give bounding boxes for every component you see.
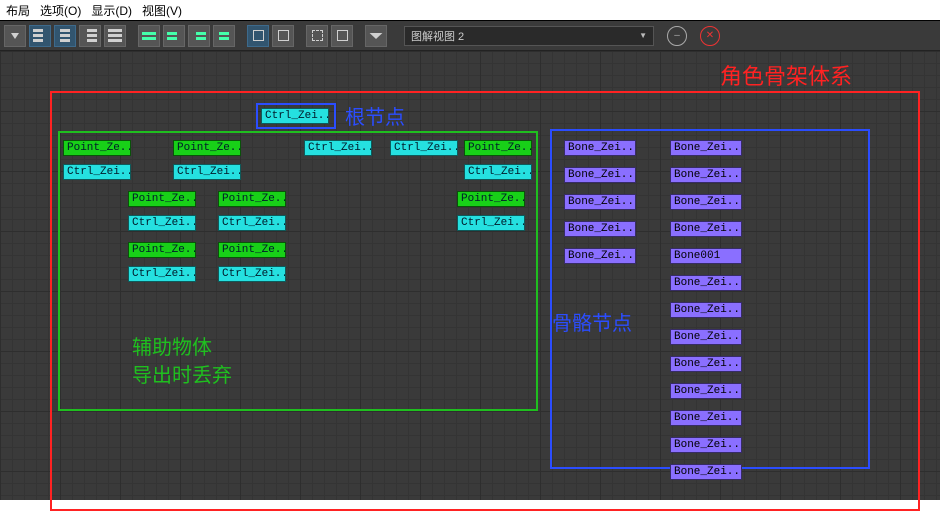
bone-right-12[interactable]: Bone_Zei... <box>670 464 742 480</box>
node-col3-p1[interactable]: Point_Ze... <box>218 191 286 207</box>
bone-right-6[interactable]: Bone_Zei... <box>670 302 742 318</box>
node-col6-c2[interactable]: Ctrl_Zei... <box>457 215 525 231</box>
node-col6-c1[interactable]: Ctrl_Zei... <box>464 164 532 180</box>
toolbar: 图解视图 2 ▼ – ✕ <box>0 21 940 51</box>
toolbar-btn-10[interactable] <box>247 25 269 47</box>
toolbar-btn-5[interactable] <box>104 25 126 47</box>
toolbar-btn-11[interactable] <box>272 25 294 47</box>
node-col2-p1[interactable]: Point_Ze... <box>173 140 241 156</box>
menu-layout[interactable]: 布局 <box>6 2 30 19</box>
chevron-down-icon: ▼ <box>639 31 647 40</box>
bone-left-1[interactable]: Bone_Zei... <box>564 167 636 183</box>
node-ctrl-root[interactable]: Ctrl_Zei... <box>261 108 329 124</box>
node-col4[interactable]: Ctrl_Zei... <box>304 140 372 156</box>
toolbar-btn-2[interactable] <box>29 25 51 47</box>
menu-display[interactable]: 显示(D) <box>91 2 132 19</box>
bone-left-4[interactable]: Bone_Zei... <box>564 248 636 264</box>
view-dropdown-label: 图解视图 2 <box>411 28 464 44</box>
toolbar-btn-3[interactable] <box>54 25 76 47</box>
toolbar-btn-6[interactable] <box>138 25 160 47</box>
anno-text-title: 角色骨架体系 <box>720 59 852 91</box>
toolbar-circ-minus[interactable]: – <box>667 26 687 46</box>
node-col2-p3[interactable]: Point_Ze... <box>128 242 196 258</box>
bone-right-8[interactable]: Bone_Zei... <box>670 356 742 372</box>
bone-right-11[interactable]: Bone_Zei... <box>670 437 742 453</box>
bone-left-3[interactable]: Bone_Zei... <box>564 221 636 237</box>
node-col3-c1[interactable]: Ctrl_Zei... <box>218 215 286 231</box>
toolbar-btn-12[interactable] <box>306 25 328 47</box>
view-dropdown[interactable]: 图解视图 2 ▼ <box>404 26 654 46</box>
toolbar-circ-close[interactable]: ✕ <box>700 26 720 46</box>
bone-right-2[interactable]: Bone_Zei... <box>670 194 742 210</box>
bone-right-9[interactable]: Bone_Zei... <box>670 383 742 399</box>
bone-left-0[interactable]: Bone_Zei... <box>564 140 636 156</box>
node-col1-p1[interactable]: Point_Ze... <box>63 140 131 156</box>
bone-right-1[interactable]: Bone_Zei... <box>670 167 742 183</box>
anno-text-root: 根节点 <box>345 101 405 130</box>
node-col6-p2[interactable]: Point_Ze... <box>457 191 525 207</box>
menu-view[interactable]: 视图(V) <box>142 2 182 19</box>
toolbar-btn-8[interactable] <box>188 25 210 47</box>
bone-right-7[interactable]: Bone_Zei... <box>670 329 742 345</box>
anno-text-helper1: 辅助物体 <box>132 331 212 360</box>
node-col3-c2[interactable]: Ctrl_Zei... <box>218 266 286 282</box>
anno-text-bones: 骨骼节点 <box>552 307 632 336</box>
toolbar-btn-13[interactable] <box>331 25 353 47</box>
node-col1-c1[interactable]: Ctrl_Zei... <box>63 164 131 180</box>
toolbar-btn-4[interactable] <box>79 25 101 47</box>
menubar: 布局 选项(O) 显示(D) 视图(V) <box>0 0 940 20</box>
node-col2-c1[interactable]: Ctrl_Zei... <box>173 164 241 180</box>
bone-right-4[interactable]: Bone001 <box>670 248 742 264</box>
menu-options[interactable]: 选项(O) <box>40 2 81 19</box>
node-col6-p[interactable]: Point_Ze... <box>464 140 532 156</box>
bone-left-2[interactable]: Bone_Zei... <box>564 194 636 210</box>
toolbar-btn-1[interactable] <box>4 25 26 47</box>
node-col2-c2[interactable]: Ctrl_Zei... <box>128 215 196 231</box>
bone-right-3[interactable]: Bone_Zei... <box>670 221 742 237</box>
bone-right-0[interactable]: Bone_Zei... <box>670 140 742 156</box>
toolbar-btn-7[interactable] <box>163 25 185 47</box>
bone-right-10[interactable]: Bone_Zei... <box>670 410 742 426</box>
node-col2-c3[interactable]: Ctrl_Zei... <box>128 266 196 282</box>
node-col5[interactable]: Ctrl_Zei... <box>390 140 458 156</box>
node-col3-p2[interactable]: Point_Ze... <box>218 242 286 258</box>
schematic-canvas[interactable]: 角色骨架体系 根节点 辅助物体 导出时丢弃 骨骼节点 Ctrl_Zei... P… <box>0 51 940 500</box>
toolbar-btn-14[interactable] <box>365 25 387 47</box>
anno-text-helper2: 导出时丢弃 <box>132 359 232 388</box>
toolbar-btn-9[interactable] <box>213 25 235 47</box>
node-col2-p2[interactable]: Point_Ze... <box>128 191 196 207</box>
bone-right-5[interactable]: Bone_Zei... <box>670 275 742 291</box>
